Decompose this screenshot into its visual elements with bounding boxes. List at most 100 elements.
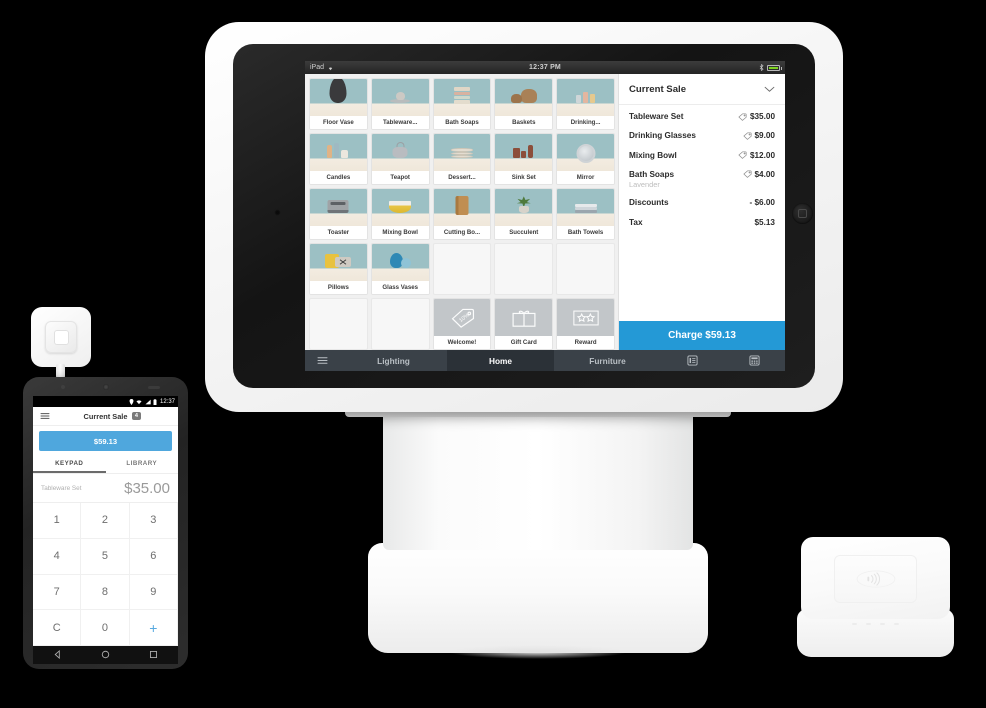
product-label: Tableware... [371,116,429,129]
keypad-key-4[interactable]: 4 [33,538,82,575]
product-thumbnail [557,79,614,116]
action-tile-welcome[interactable]: 10% Welcome! [432,298,492,350]
cart-title: Current Sale [629,83,687,95]
product-thumbnail [495,79,553,116]
phone-tab-bar[interactable]: KEYPAD LIBRARY [33,456,178,473]
product-label: Dessert... [433,171,491,184]
product-tile[interactable]: Candles [309,133,368,185]
cart-item-list[interactable]: Tableware Set $35.00 Drinking Glasses $9.00… [619,105,785,321]
tab-furniture[interactable]: Furniture [554,350,661,371]
chevron-down-icon[interactable] [764,86,775,93]
ipad-stand-base [368,543,708,653]
tab-lighting[interactable]: Lighting [340,350,447,371]
led-indicator [866,623,871,625]
product-thumbnail [433,134,491,171]
product-tile[interactable]: Mirror [556,133,615,185]
price-tag-icon [738,151,747,159]
product-tile[interactable]: Toaster [309,188,368,240]
product-tile[interactable]: Dessert... [432,133,492,185]
empty-tile[interactable] [494,243,554,295]
keypad-key-5[interactable]: 5 [81,538,130,575]
product-tile[interactable]: Pillows [309,243,368,295]
product-label: Baskets [495,116,553,129]
nav-back-icon[interactable] [53,646,62,664]
cart-item-row[interactable]: Drinking Glasses $9.00 [629,131,775,141]
action-tile-label: Reward [557,336,614,349]
keypad-key-7[interactable]: 7 [33,574,82,611]
receipt-list-icon[interactable] [661,350,723,371]
product-label: Mixing Bowl [371,226,429,239]
action-tile-giftcard[interactable]: Gift Card [494,298,554,350]
product-thumbnail [310,134,367,171]
phone-keypad[interactable]: 1 2 3 4 5 6 7 8 9 C 0 + [33,503,178,646]
product-tile[interactable]: Glass Vases [370,243,430,295]
action-tile-label: Gift Card [495,336,553,349]
android-status-bar: 12:37 [33,396,178,407]
cart-item-row[interactable]: Mixing Bowl $12.00 [629,151,775,161]
ipad-home-button[interactable] [792,203,813,224]
action-tile-reward[interactable]: Reward [556,298,615,350]
keypad-key-0[interactable]: 0 [81,610,130,646]
keypad-key-1[interactable]: 1 [33,503,82,539]
empty-tile[interactable] [370,298,430,350]
hamburger-menu-icon[interactable] [305,350,340,371]
product-tile[interactable]: Bath Towels [556,188,615,240]
product-tile[interactable]: Baskets [494,78,554,130]
cart-item-row[interactable]: Discounts - $6.00 [629,198,775,208]
category-tab-bar[interactable]: Lighting Home Furniture [305,350,785,371]
cart-item-name: Tableware Set [629,112,684,121]
android-nav-bar[interactable] [33,646,178,664]
tab-home[interactable]: Home [447,350,554,371]
price-tag-icon [742,132,752,140]
product-tile[interactable]: Floor Vase [309,78,368,130]
product-tile[interactable]: Tableware... [370,78,430,130]
empty-tile[interactable] [556,243,615,295]
nav-home-icon[interactable] [101,646,110,664]
nav-recents-icon[interactable] [149,646,158,664]
product-thumbnail [371,189,429,226]
keypad-key-plus[interactable]: + [129,610,178,646]
product-tile[interactable]: Cutting Bo... [432,188,492,240]
battery-icon [767,64,782,71]
android-phone-screen: 12:37 Current Sale 4 $59.13 KEYPAD LIBRA… [33,396,178,646]
product-thumbnail [557,134,614,171]
product-tile[interactable]: Bath Soaps [432,78,492,130]
product-label: Sink Set [495,171,553,184]
product-tile[interactable]: Sink Set [494,133,554,185]
cart-item-row[interactable]: Tableware Set $35.00 [629,112,775,122]
square-card-reader [31,307,91,367]
phone-title: Current Sale [83,411,128,421]
keypad-key-3[interactable]: 3 [129,503,178,539]
empty-tile[interactable] [309,298,368,350]
product-grid[interactable]: Floor Vase Tableware... Bath Soaps Baskets D… [305,74,618,350]
keypad-key-2[interactable]: 2 [81,503,130,539]
phone-status-time: 12:37 [159,398,175,405]
product-tile[interactable]: Drinking... [556,78,615,130]
tab-keypad[interactable]: KEYPAD [33,456,106,473]
product-label: Toaster [310,226,367,239]
keypad-key-8[interactable]: 8 [81,574,130,611]
keypad-key-9[interactable]: 9 [129,574,178,611]
keypad-key-6[interactable]: 6 [129,538,178,575]
phone-amount-row: Tableware Set $35.00 [33,473,178,503]
cart-panel: Current Sale Tableware Set $35.00 Drinking… [618,74,785,350]
tab-library[interactable]: LIBRARY [106,456,179,473]
location-icon [129,398,134,405]
ipad-screen: iPad 12:37 PM Floor Vase Tableware... Bath… [305,61,785,371]
product-tile[interactable]: Mixing Bowl [370,188,430,240]
keypad-calculator-icon[interactable] [723,350,785,371]
product-tile[interactable]: Succulent [494,188,554,240]
charge-button[interactable]: Charge $59.13 [619,321,785,350]
keypad-key-clear[interactable]: C [33,610,82,646]
phone-total-button[interactable]: $59.13 [39,431,172,451]
cart-item-row[interactable]: Bath Soaps Lavender $4.00 [629,170,775,190]
cart-item-variant: Lavender [629,180,660,189]
cart-item-price: $12.00 [738,151,775,160]
cart-header[interactable]: Current Sale [619,74,785,105]
product-tile[interactable]: Teapot [370,133,430,185]
price-tag-icon [742,170,752,179]
signal-icon [145,399,151,404]
empty-tile[interactable] [432,243,492,295]
cart-item-row[interactable]: Tax $5.13 [629,218,775,228]
product-thumbnail [433,79,491,116]
